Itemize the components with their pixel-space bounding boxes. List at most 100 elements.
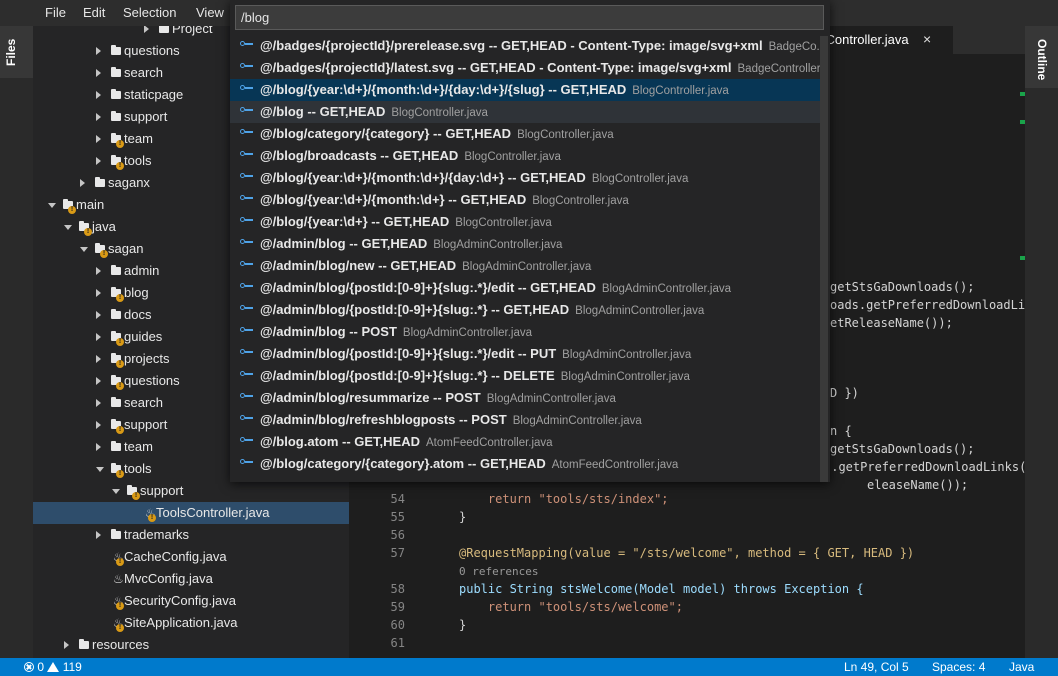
result-label: @/badges/{projectId}/latest.svg -- GET,H… <box>260 60 820 77</box>
result-route: @/admin/blog/resummarize -- POST <box>260 390 481 405</box>
result-route: @/blog.atom -- GET,HEAD <box>260 434 421 449</box>
chevron-right-icon[interactable] <box>96 333 101 341</box>
quick-open-result[interactable]: @/admin/blog -- POST BlogAdminController.… <box>230 321 820 343</box>
chevron-right-icon[interactable] <box>144 26 149 33</box>
tree-folder[interactable]: trademarks <box>33 524 349 546</box>
problems-indicator[interactable]: 0 119 <box>24 658 82 676</box>
result-route: @/admin/blog/{postId:[0-9]+}{slug:.*} --… <box>260 302 570 317</box>
tree-file[interactable]: ♨! SecurityConfig.java <box>33 590 349 612</box>
chevron-right-icon[interactable] <box>96 267 101 275</box>
quick-open-result[interactable]: @/blog/broadcasts -- GET,HEAD BlogControl… <box>230 145 820 167</box>
quick-open-result[interactable]: @/blog/{year:\d+}/{month:\d+} -- GET,HEA… <box>230 189 820 211</box>
quick-open-result[interactable]: @/blog.atom -- GET,HEAD AtomFeedControlle… <box>230 431 820 453</box>
tree-folder[interactable]: ! support <box>33 480 349 502</box>
quick-open-result[interactable]: @/admin/blog/new -- GET,HEAD BlogAdminCon… <box>230 255 820 277</box>
quick-open-result[interactable]: @/admin/blog/resummarize -- POST BlogAdmi… <box>230 387 820 409</box>
result-route: @/admin/blog -- POST <box>260 324 397 339</box>
tab-label: sController.java <box>819 32 909 47</box>
quick-open-result[interactable]: @/admin/blog/{postId:[0-9]+}{slug:.*} --… <box>230 365 820 387</box>
quick-open-result[interactable]: @/admin/blog/refreshblogposts -- POST Blo… <box>230 409 820 431</box>
menu-file[interactable]: File <box>45 5 66 21</box>
result-label: @/admin/blog/new -- GET,HEAD BlogAdminCon… <box>260 258 591 275</box>
outline-tab-label: Outline <box>1035 39 1049 81</box>
chevron-right-icon[interactable] <box>96 421 101 429</box>
quick-open-result[interactable]: @/blog/category/{category}.atom -- GET,H… <box>230 453 820 475</box>
chevron-right-icon[interactable] <box>96 443 101 451</box>
chevron-down-icon[interactable] <box>112 489 120 494</box>
quick-open-result[interactable]: @/admin/blog -- GET,HEAD BlogAdminControl… <box>230 233 820 255</box>
warning-badge-icon: ! <box>100 250 108 258</box>
line-number: 56 <box>390 528 405 542</box>
chevron-down-icon[interactable] <box>48 203 56 208</box>
quick-open-result[interactable]: @/badges/{projectId}/latest.svg -- GET,H… <box>230 57 820 79</box>
result-route: @/blog/category/{category} -- GET,HEAD <box>260 126 512 141</box>
quick-open-result[interactable]: @/admin/blog/{postId:[0-9]+}{slug:.*}/ed… <box>230 343 820 365</box>
result-route: @/admin/blog/{postId:[0-9]+}{slug:.*}/ed… <box>260 280 596 295</box>
quick-open-result[interactable]: @/badges/{projectId}/prerelease.svg -- G… <box>230 35 820 57</box>
chevron-right-icon[interactable] <box>96 311 101 319</box>
chevron-right-icon[interactable] <box>96 289 101 297</box>
quick-open-result[interactable]: @/blog/{year:\d+} -- GET,HEAD BlogControl… <box>230 211 820 233</box>
warning-badge-icon: ! <box>68 206 76 214</box>
menu-edit[interactable]: Edit <box>83 5 105 21</box>
folder-icon <box>111 397 121 407</box>
result-route: @/admin/blog/new -- GET,HEAD <box>260 258 457 273</box>
chevron-right-icon[interactable] <box>96 157 101 165</box>
close-icon[interactable]: × <box>923 31 931 47</box>
chevron-right-icon[interactable] <box>96 135 101 143</box>
result-source-file: BlogAdminController.java <box>562 349 692 361</box>
route-icon <box>240 324 256 336</box>
tree-file[interactable]: ♨ MvcConfig.java <box>33 568 349 590</box>
indentation-setting[interactable]: Spaces: 4 <box>932 658 985 676</box>
chevron-down-icon[interactable] <box>64 225 72 230</box>
chevron-down-icon[interactable] <box>96 467 104 472</box>
quick-open-scrollbar[interactable] <box>820 36 828 482</box>
result-label: @/blog/category/{category}.atom -- GET,H… <box>260 456 678 473</box>
chevron-right-icon[interactable] <box>96 91 101 99</box>
folder-icon <box>111 529 121 539</box>
result-label: @/blog/{year:\d+} -- GET,HEAD BlogControl… <box>260 214 552 231</box>
chevron-right-icon[interactable] <box>96 399 101 407</box>
tree-item-label: team <box>124 131 153 146</box>
chevron-right-icon[interactable] <box>96 113 101 121</box>
quick-open-result[interactable]: @/blog -- GET,HEAD BlogController.java <box>230 101 820 123</box>
code-lens[interactable]: 0 references <box>459 563 538 581</box>
code-text: } <box>459 510 467 524</box>
quick-open-result[interactable]: @/blog/{year:\d+}/{month:\d+}/{day:\d+}/… <box>230 79 820 101</box>
tree-item-label: SecurityConfig.java <box>124 593 236 608</box>
code-text: return "tools/sts/index"; <box>459 492 669 506</box>
tree-file[interactable]: ♨! ToolsController.java <box>33 502 349 524</box>
files-tab[interactable]: Files <box>0 26 33 78</box>
chevron-right-icon[interactable] <box>96 47 101 55</box>
cursor-position[interactable]: Ln 49, Col 5 <box>844 658 909 676</box>
quick-open-result[interactable]: @/blog/{year:\d+}/{month:\d+}/{day:\d+} … <box>230 167 820 189</box>
code-fragment: oads.getPreferredDownloadLin <box>830 298 1025 312</box>
language-mode[interactable]: Java <box>1009 658 1034 676</box>
outline-tab[interactable]: Outline <box>1025 26 1058 88</box>
tree-file[interactable]: ♨! CacheConfig.java <box>33 546 349 568</box>
result-source-file: AtomFeedController.java <box>426 437 553 449</box>
quick-open-result[interactable]: @/blog/category/{category} -- GET,HEAD Bl… <box>230 123 820 145</box>
menu-selection[interactable]: Selection <box>123 5 176 21</box>
chevron-down-icon[interactable] <box>80 247 88 252</box>
quick-open-result[interactable]: @/admin/blog/{postId:[0-9]+}{slug:.*}/ed… <box>230 277 820 299</box>
route-icon <box>240 302 256 314</box>
tree-file[interactable]: ♨! SiteApplication.java <box>33 612 349 634</box>
result-source-file: BlogAdminController.java <box>575 305 705 317</box>
chevron-right-icon[interactable] <box>64 641 69 649</box>
tab-sts-controller[interactable]: sController.java × <box>819 26 953 54</box>
tree-item-label: sagan <box>108 241 144 256</box>
result-source-file: BlogAdminController.java <box>601 283 732 295</box>
quick-open-input[interactable] <box>235 5 824 30</box>
chevron-right-icon[interactable] <box>96 377 101 385</box>
error-count: 0 <box>37 660 45 674</box>
tree-folder[interactable]: resources <box>33 634 349 656</box>
route-icon <box>240 236 256 248</box>
menu-view[interactable]: View <box>196 5 224 21</box>
quick-open-result[interactable]: @/admin/blog/{postId:[0-9]+}{slug:.*} --… <box>230 299 820 321</box>
result-label: @/blog -- GET,HEAD BlogController.java <box>260 104 488 121</box>
chevron-right-icon[interactable] <box>96 69 101 77</box>
chevron-right-icon[interactable] <box>80 179 85 187</box>
chevron-right-icon[interactable] <box>96 355 101 363</box>
chevron-right-icon[interactable] <box>96 531 101 539</box>
